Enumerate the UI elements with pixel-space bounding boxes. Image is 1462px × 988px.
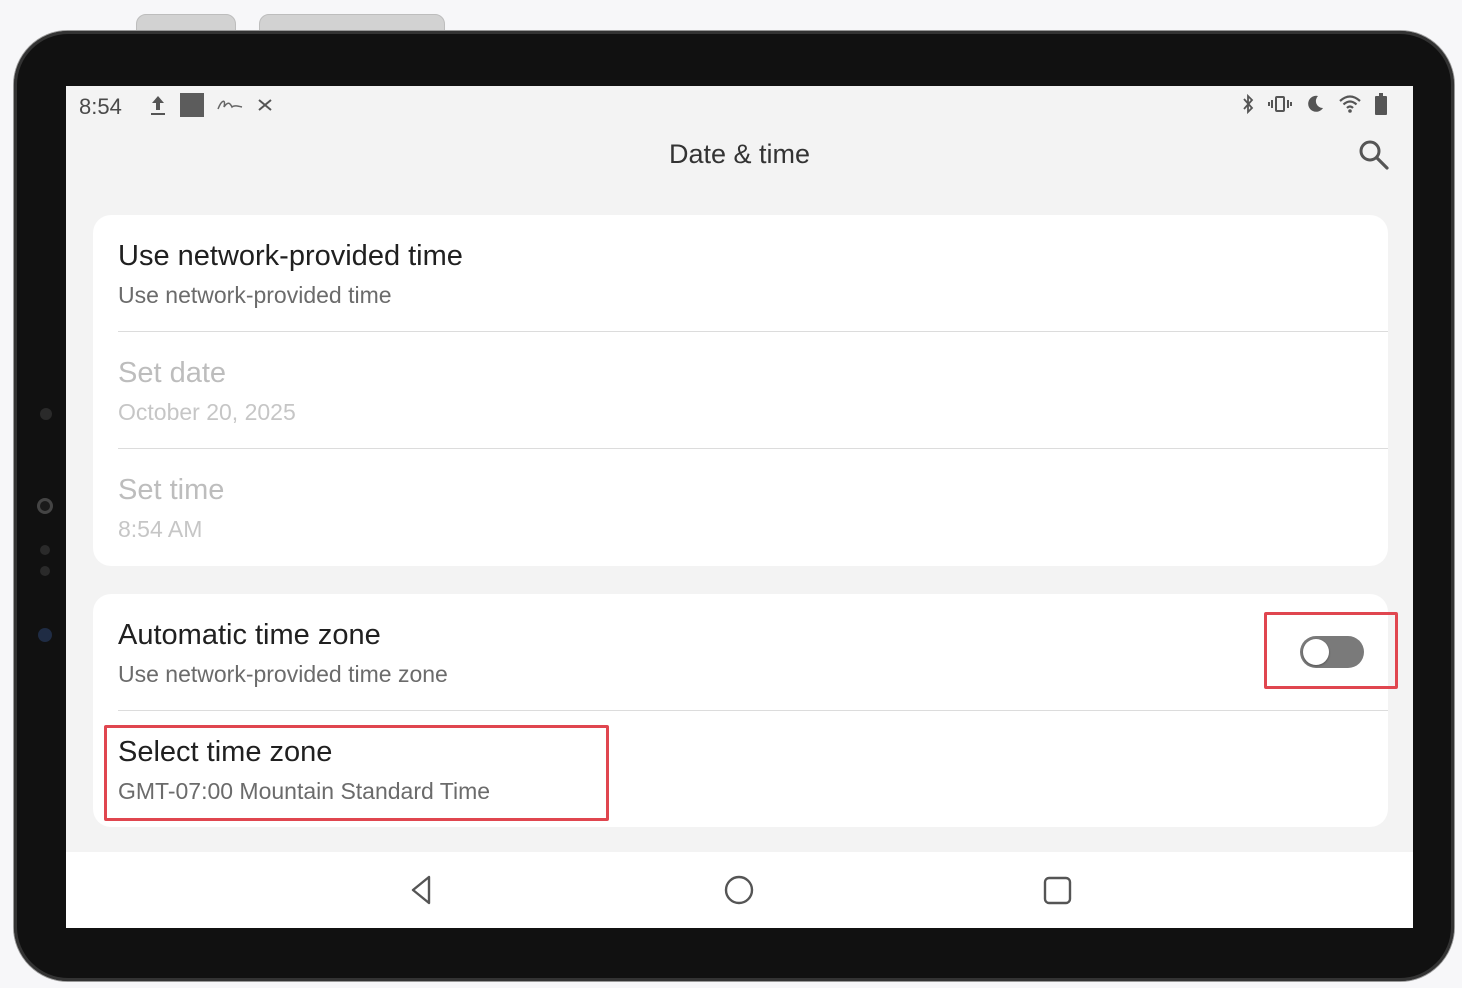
bluetooth-icon — [1241, 93, 1255, 120]
recents-button[interactable] — [1037, 870, 1077, 910]
signature-icon — [216, 97, 244, 118]
back-button[interactable] — [402, 870, 442, 910]
set-time-subtitle: 8:54 AM — [118, 516, 203, 542]
status-time: 8:54 — [79, 94, 122, 119]
time-zone-card: Automatic time zone Use network-provided… — [93, 594, 1388, 827]
wifi-icon — [1338, 94, 1362, 119]
automatic-time-zone-title: Automatic time zone — [118, 619, 381, 651]
vibrate-icon — [1268, 94, 1292, 119]
select-time-zone-subtitle: GMT-07:00 Mountain Standard Time — [118, 778, 491, 804]
select-time-zone-title: Select time zone — [118, 736, 333, 768]
set-date-title: Set date — [118, 357, 227, 389]
status-right-icons — [1241, 93, 1387, 120]
use-network-time-row[interactable]: Use network-provided time Use network-pr… — [93, 215, 1388, 332]
sensor-dot — [40, 545, 50, 555]
set-time-row: Set time 8:54 AM — [93, 449, 1388, 566]
connection-icon — [256, 96, 274, 119]
battery-icon — [1375, 93, 1387, 120]
status-bar: 8:54 — [66, 86, 1413, 126]
toggle-knob — [1303, 639, 1329, 665]
sensor-dot-2 — [40, 566, 50, 576]
use-network-time-subtitle: Use network-provided time — [118, 282, 392, 308]
automatic-time-zone-toggle[interactable] — [1300, 636, 1364, 668]
upload-icon — [148, 93, 168, 122]
search-icon — [1357, 140, 1391, 176]
camera-lens — [37, 498, 53, 514]
status-left-icons — [148, 93, 274, 122]
navigation-bar — [66, 852, 1413, 928]
use-network-time-title: Use network-provided time — [118, 240, 463, 272]
recents-square-icon — [1037, 876, 1077, 914]
set-date-subtitle: October 20, 2025 — [118, 399, 296, 425]
select-time-zone-row[interactable]: Select time zone GMT-07:00 Mountain Stan… — [93, 711, 1388, 827]
camera-dot — [40, 408, 52, 420]
back-triangle-icon — [402, 875, 442, 914]
automatic-time-zone-row[interactable]: Automatic time zone Use network-provided… — [93, 594, 1388, 711]
camera-dot-blue — [38, 628, 52, 642]
home-button[interactable] — [719, 870, 759, 910]
home-circle-icon — [719, 875, 759, 914]
search-button[interactable] — [1357, 138, 1391, 172]
set-date-row: Set date October 20, 2025 — [93, 332, 1388, 449]
automatic-time-zone-subtitle: Use network-provided time zone — [118, 661, 448, 687]
page-title: Date & time — [668, 139, 811, 169]
media-square-icon — [180, 93, 204, 122]
device-screen: 8:54 Date & time Use network-provided ti… — [66, 86, 1413, 928]
moon-icon — [1305, 94, 1325, 119]
set-time-title: Set time — [118, 474, 225, 506]
time-settings-card: Use network-provided time Use network-pr… — [93, 215, 1388, 566]
